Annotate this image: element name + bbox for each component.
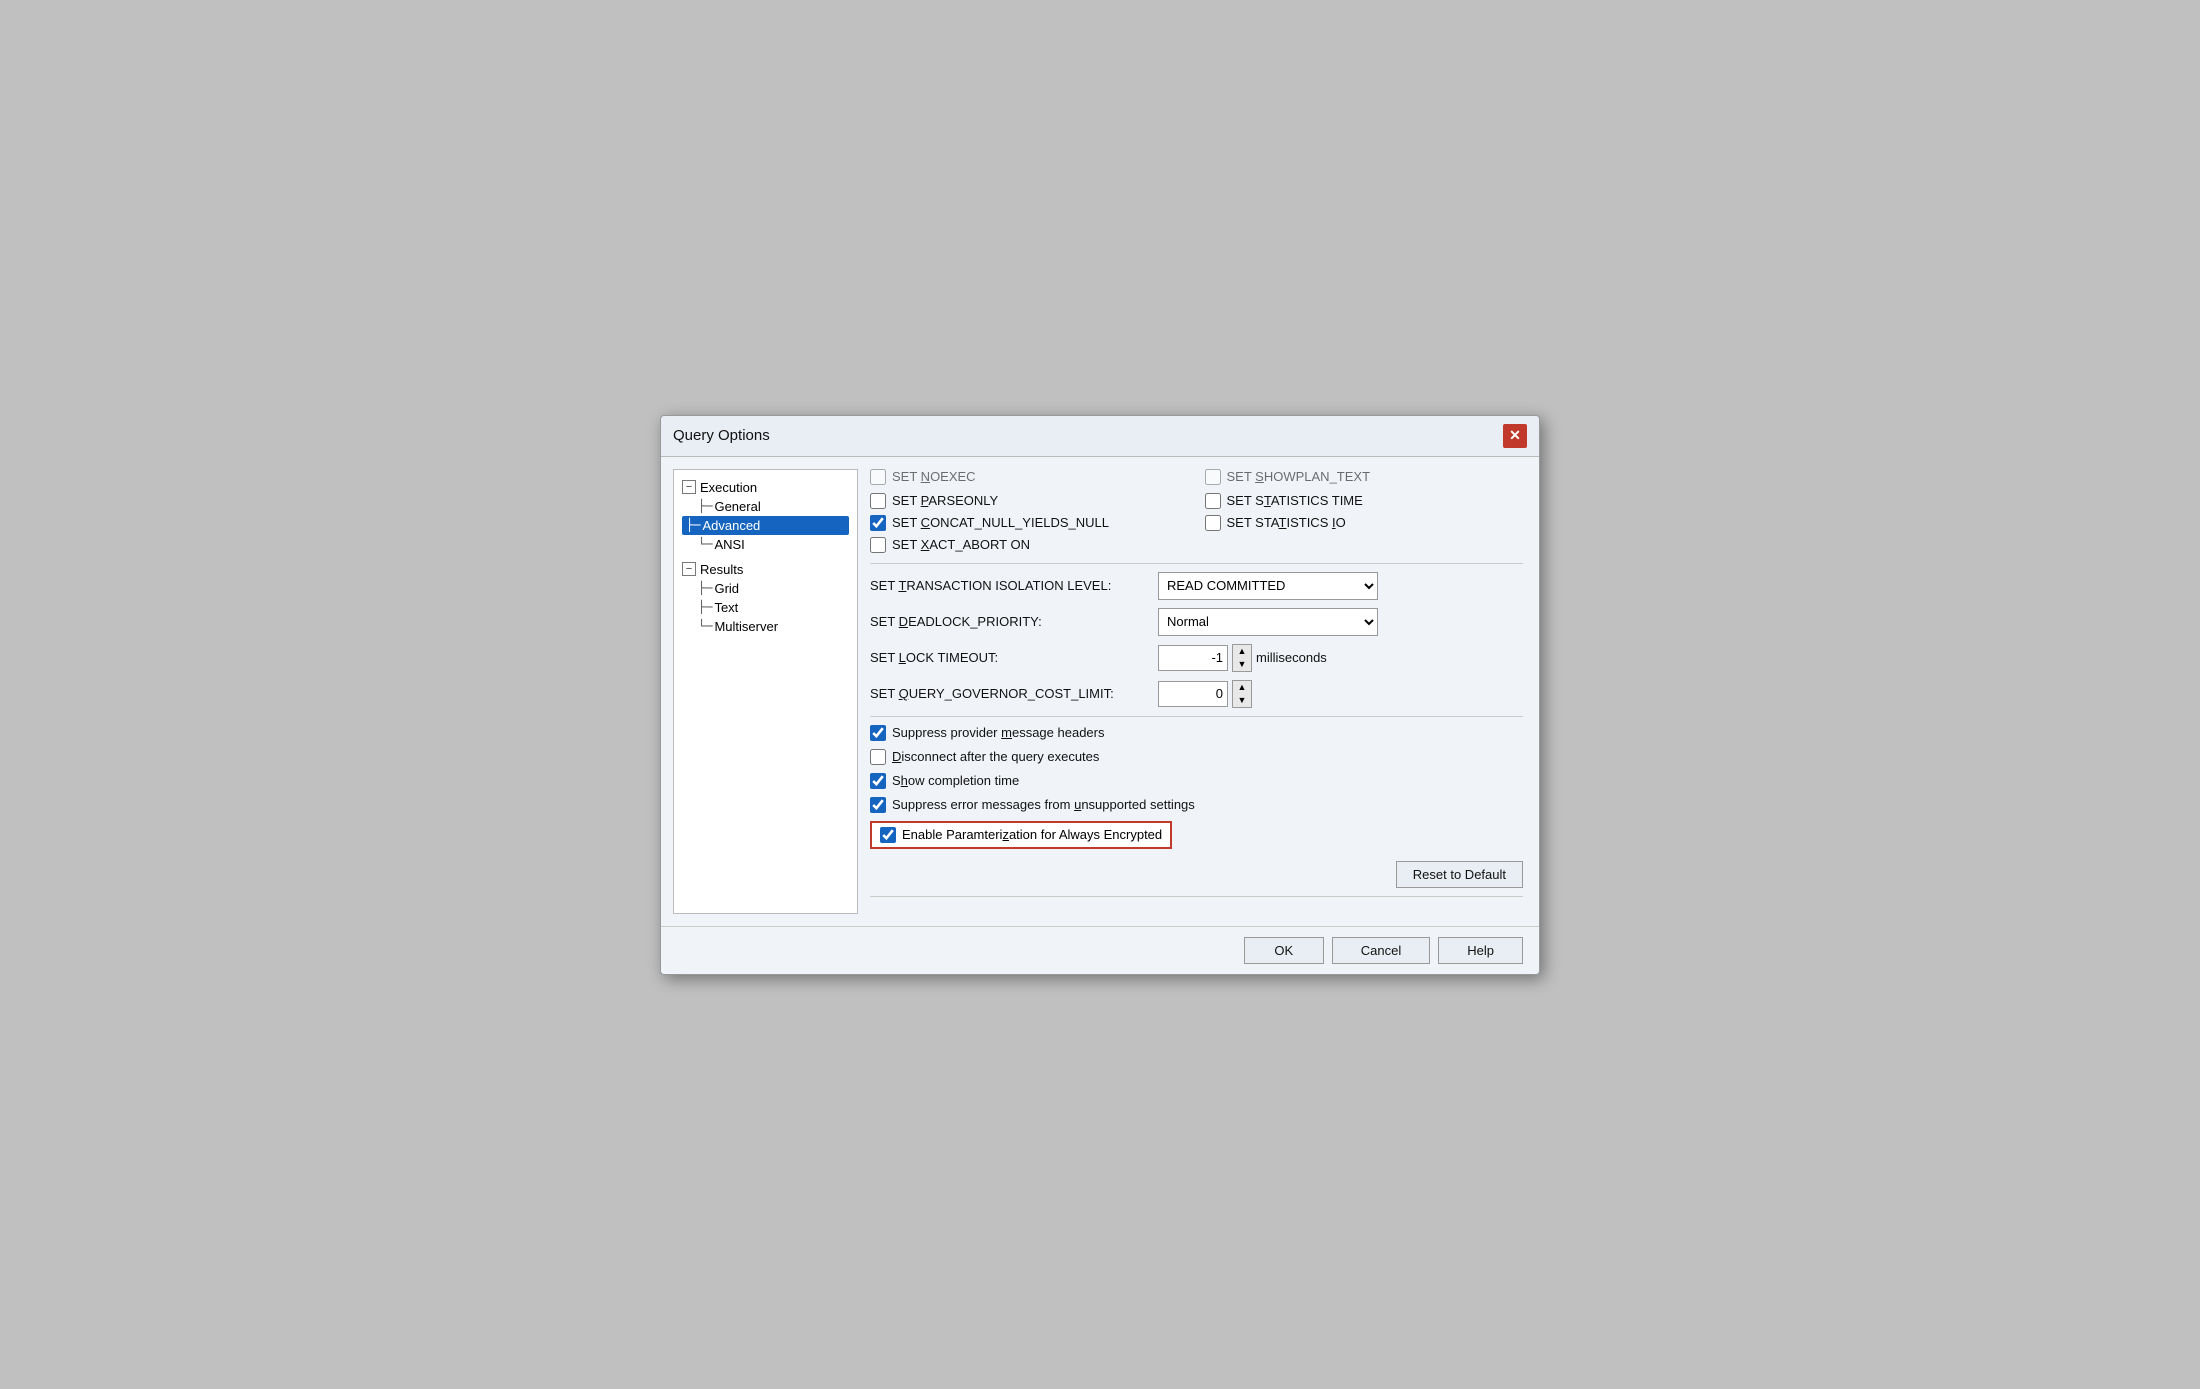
label-deadlock-priority: SET DEADLOCK_PRIORITY: [870, 614, 1150, 629]
label-enable-param: Enable Paramterization for Always Encryp… [902, 827, 1162, 842]
top-checkboxes-grid: SET NOEXEC SET SHOWPLAN_TEXT [870, 469, 1523, 485]
tree-item-grid[interactable]: ├─ Grid [682, 579, 849, 598]
tree-item-text[interactable]: ├─ Text [682, 598, 849, 617]
dropdown-isolation-level[interactable]: READ UNCOMMITTED READ COMMITTED REPEATAB… [1158, 572, 1378, 600]
connector-general: ├─ [698, 499, 712, 513]
label-suppress-errors: Suppress error messages from unsupported… [892, 797, 1195, 812]
spinner-up-query-governor[interactable]: ▲ [1233, 681, 1251, 694]
input-query-governor[interactable] [1158, 681, 1228, 707]
checkbox-suppress-errors[interactable]: Suppress error messages from unsupported… [870, 797, 1523, 813]
content-scroll[interactable]: SET NOEXEC SET SHOWPLAN_TEXT SET PARSEON… [870, 469, 1527, 914]
label-statistics-time: SET STATISTICS TIME [1227, 493, 1363, 508]
checkbox-enable-param[interactable] [880, 827, 896, 843]
tree-label-ansi: ANSI [714, 537, 744, 552]
tree-label-text: Text [714, 600, 738, 615]
label-query-governor: SET QUERY_GOVERNOR_COST_LIMIT: [870, 686, 1150, 701]
tree-label-multiserver: Multiserver [714, 619, 778, 634]
label-showplan: SET SHOWPLAN_TEXT [1227, 469, 1371, 484]
spinner-buttons-query-governor: ▲ ▼ [1232, 680, 1252, 708]
spinner-lock-timeout: ▲ ▼ milliseconds [1158, 644, 1327, 672]
expander-execution[interactable]: − [682, 480, 696, 494]
tree-label-advanced: Advanced [702, 518, 760, 533]
dialog-body: − Execution ├─ General ├─ Advanced └─ AN… [661, 457, 1539, 926]
divider-1 [870, 563, 1523, 564]
spinner-buttons-lock-timeout: ▲ ▼ [1232, 644, 1252, 672]
input-lock-timeout[interactable] [1158, 645, 1228, 671]
query-options-dialog: Query Options ✕ − Execution ├─ General ├… [660, 415, 1540, 975]
ok-button[interactable]: OK [1244, 937, 1324, 964]
help-button[interactable]: Help [1438, 937, 1523, 964]
tree-item-multiserver[interactable]: └─ Multiserver [682, 617, 849, 636]
label-isolation-level: SET TRANSACTION ISOLATION LEVEL: [870, 578, 1150, 593]
tree-item-ansi[interactable]: └─ ANSI [682, 535, 849, 554]
title-bar: Query Options ✕ [661, 416, 1539, 457]
spinner-down-query-governor[interactable]: ▼ [1233, 694, 1251, 707]
checkbox-enable-param-highlighted[interactable]: Enable Paramterization for Always Encryp… [870, 821, 1172, 849]
tree-label-results: Results [700, 562, 743, 577]
connector-advanced: ├─ [686, 518, 700, 532]
unit-lock-timeout: milliseconds [1256, 650, 1327, 665]
dialog-title: Query Options [673, 427, 770, 444]
spinner-up-lock-timeout[interactable]: ▲ [1233, 645, 1251, 658]
spinner-query-governor: ▲ ▼ [1158, 680, 1252, 708]
tree-item-general[interactable]: ├─ General [682, 497, 849, 516]
tree-label-execution: Execution [700, 480, 757, 495]
checkbox-disconnect[interactable]: Disconnect after the query executes [870, 749, 1523, 765]
cancel-button[interactable]: Cancel [1332, 937, 1430, 964]
action-buttons: OK Cancel Help [1244, 937, 1523, 964]
checkbox-statistics-time[interactable]: SET STATISTICS TIME [1205, 493, 1524, 509]
checkbox-suppress-headers[interactable]: Suppress provider message headers [870, 725, 1523, 741]
tree-panel: − Execution ├─ General ├─ Advanced └─ AN… [673, 469, 858, 914]
checkboxes-grid: SET PARSEONLY SET STATISTICS TIME SET CO… [870, 493, 1523, 553]
label-statistics-io: SET STATISTICS IO [1227, 515, 1346, 530]
connector-grid: ├─ [698, 581, 712, 595]
label-show-completion: Show completion time [892, 773, 1019, 788]
checkbox-concat-null[interactable]: SET CONCAT_NULL_YIELDS_NULL [870, 515, 1189, 531]
checkbox-statistics-io[interactable]: SET STATISTICS IO [1205, 515, 1524, 531]
connector-multiserver: └─ [698, 619, 712, 633]
tree-label-general: General [714, 499, 760, 514]
dropdown-deadlock-priority[interactable]: Low Normal High [1158, 608, 1378, 636]
tree-item-advanced[interactable]: ├─ Advanced [682, 516, 849, 535]
label-lock-timeout: SET LOCK TIMEOUT: [870, 650, 1150, 665]
divider-2 [870, 716, 1523, 717]
checkbox-showplan[interactable]: SET SHOWPLAN_TEXT [1205, 469, 1524, 485]
connector-ansi: └─ [698, 537, 712, 551]
highlight-container: Enable Paramterization for Always Encryp… [870, 821, 1523, 849]
setting-query-governor: SET QUERY_GOVERNOR_COST_LIMIT: ▲ ▼ [870, 680, 1523, 708]
connector-text: ├─ [698, 600, 712, 614]
control-isolation-level: READ UNCOMMITTED READ COMMITTED REPEATAB… [1158, 572, 1523, 600]
label-xact-abort: SET XACT_ABORT ON [892, 537, 1030, 552]
label-parseonly: SET PARSEONLY [892, 493, 998, 508]
label-disconnect: Disconnect after the query executes [892, 749, 1099, 764]
label-suppress-headers: Suppress provider message headers [892, 725, 1104, 740]
tree-item-execution[interactable]: − Execution [682, 478, 849, 497]
dialog-footer: OK Cancel Help [661, 926, 1539, 974]
spinner-down-lock-timeout[interactable]: ▼ [1233, 658, 1251, 671]
reset-row: Reset to Default [870, 861, 1523, 888]
divider-3 [870, 896, 1523, 897]
close-button[interactable]: ✕ [1503, 424, 1527, 448]
expander-results[interactable]: − [682, 562, 696, 576]
setting-isolation-level: SET TRANSACTION ISOLATION LEVEL: READ UN… [870, 572, 1523, 600]
checkbox-parseonly[interactable]: SET PARSEONLY [870, 493, 1189, 509]
label-noexec: SET NOEXEC [892, 469, 976, 484]
reset-to-default-button[interactable]: Reset to Default [1396, 861, 1523, 888]
setting-lock-timeout: SET LOCK TIMEOUT: ▲ ▼ milliseconds [870, 644, 1523, 672]
checkbox-show-completion[interactable]: Show completion time [870, 773, 1523, 789]
checkbox-xact-abort[interactable]: SET XACT_ABORT ON [870, 537, 1189, 553]
content-panel: SET NOEXEC SET SHOWPLAN_TEXT SET PARSEON… [870, 469, 1527, 914]
setting-deadlock-priority: SET DEADLOCK_PRIORITY: Low Normal High [870, 608, 1523, 636]
tree-label-grid: Grid [714, 581, 739, 596]
checkbox-noexec[interactable]: SET NOEXEC [870, 469, 1189, 485]
control-deadlock-priority: Low Normal High [1158, 608, 1523, 636]
tree-item-results[interactable]: − Results [682, 560, 849, 579]
label-concat-null: SET CONCAT_NULL_YIELDS_NULL [892, 515, 1109, 530]
